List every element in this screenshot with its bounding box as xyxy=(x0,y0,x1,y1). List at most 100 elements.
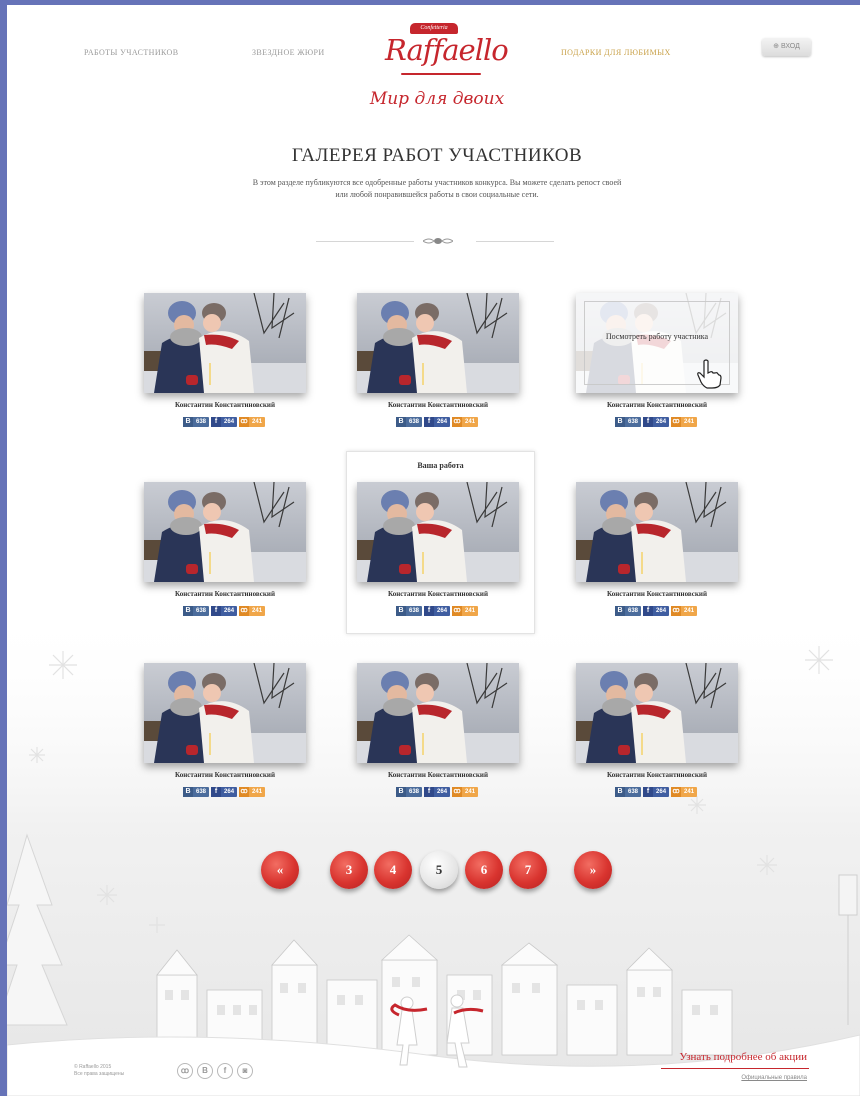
page-button-3[interactable]: 3 xyxy=(330,851,368,889)
facebook-icon[interactable]: f xyxy=(217,1063,233,1079)
page: РАБОТЫ УЧАСТНИКОВ ЗВЕЗДНОЕ ЖЮРИ Confette… xyxy=(7,5,860,1096)
participant-photo[interactable] xyxy=(576,482,738,582)
share-badges: B 638 f 264 ꝏ 241 xyxy=(183,417,267,427)
vk-icon: B xyxy=(615,417,625,427)
vk-icon: B xyxy=(396,417,406,427)
facebook-share-button[interactable]: f 264 xyxy=(643,417,670,427)
nav-gifts-link[interactable]: ПОДАРКИ ДЛЯ ЛЮБИМЫХ xyxy=(561,48,671,57)
vk-share-button[interactable]: B 638 xyxy=(615,606,642,616)
couple-photo-icon xyxy=(357,663,519,763)
facebook-share-button[interactable]: f 264 xyxy=(643,606,670,616)
nav-participants-link[interactable]: РАБОТЫ УЧАСТНИКОВ xyxy=(84,48,178,57)
participant-photo[interactable] xyxy=(357,663,519,763)
photo-hover-overlay[interactable]: Посмотреть работу участника xyxy=(576,293,738,393)
raffaello-logo[interactable]: Confetteria Raffaello xyxy=(385,21,509,81)
participant-name: Константин Константиновский xyxy=(606,590,707,598)
ornament-icon xyxy=(423,238,453,244)
ok-icon: ꝏ xyxy=(452,606,463,616)
vk-share-button[interactable]: B 638 xyxy=(396,787,423,797)
learn-more-link[interactable]: Узнать подробнее об акции xyxy=(657,1051,807,1063)
participant-photo[interactable] xyxy=(576,663,738,763)
facebook-share-button[interactable]: f 264 xyxy=(643,787,670,797)
facebook-icon: f xyxy=(211,606,222,616)
facebook-share-button[interactable]: f 264 xyxy=(211,417,238,427)
share-badges: B 638 f 264 ꝏ 241 xyxy=(615,417,699,427)
pointer-hand-icon xyxy=(697,359,722,389)
couple-photo-icon xyxy=(576,482,738,582)
prev-page-button[interactable]: « xyxy=(261,851,299,889)
vk-count: 638 xyxy=(628,789,639,795)
vk-share-button[interactable]: B 638 xyxy=(396,606,423,616)
vk-count: 638 xyxy=(628,419,639,425)
facebook-share-button[interactable]: f 264 xyxy=(211,787,238,797)
ok-share-button[interactable]: ꝏ 241 xyxy=(452,606,479,616)
ok-share-button[interactable]: ꝏ 241 xyxy=(239,787,266,797)
your-work-label: Ваша работа xyxy=(417,461,464,470)
share-badges: B 638 f 264 ꝏ 241 xyxy=(183,606,267,616)
vk-count: 638 xyxy=(628,608,639,614)
ok-count: 241 xyxy=(684,419,695,425)
learn-more-underline xyxy=(661,1068,809,1069)
couple-photo-icon xyxy=(144,663,306,763)
rules-link[interactable]: Официальные правила xyxy=(697,1075,807,1081)
facebook-icon: f xyxy=(211,787,222,797)
couple-photo-icon xyxy=(144,482,306,582)
participant-photo[interactable] xyxy=(144,293,306,393)
facebook-share-button[interactable]: f 264 xyxy=(424,606,451,616)
next-page-button[interactable]: » xyxy=(574,851,612,889)
copyright: © Raffaello 2015 Все права защищены xyxy=(74,1064,164,1078)
ok-share-button[interactable]: ꝏ 241 xyxy=(452,417,479,427)
ok-share-button[interactable]: ꝏ 241 xyxy=(239,606,266,616)
facebook-icon: f xyxy=(424,606,435,616)
ok-icon: ꝏ xyxy=(671,606,682,616)
page-button-5-current[interactable]: 5 xyxy=(420,851,458,889)
vk-count: 638 xyxy=(196,608,207,614)
vk-share-button[interactable]: B 638 xyxy=(183,417,210,427)
login-button[interactable]: ⊕ ВХОД xyxy=(762,38,811,56)
page-button-4[interactable]: 4 xyxy=(374,851,412,889)
vk-icon[interactable]: B xyxy=(197,1063,213,1079)
ok-count: 241 xyxy=(465,608,476,614)
participant-photo[interactable] xyxy=(144,482,306,582)
page-button-7[interactable]: 7 xyxy=(509,851,547,889)
vk-icon: B xyxy=(183,787,193,797)
participant-photo[interactable] xyxy=(144,663,306,763)
ok-count: 241 xyxy=(252,789,263,795)
couple-photo-icon xyxy=(357,293,519,393)
participant-photo[interactable] xyxy=(357,482,519,582)
facebook-count: 264 xyxy=(224,419,235,425)
ok-share-button[interactable]: ꝏ 241 xyxy=(671,787,698,797)
participant-photo[interactable] xyxy=(357,293,519,393)
ok-share-button[interactable]: ꝏ 241 xyxy=(239,417,266,427)
vk-share-button[interactable]: B 638 xyxy=(396,417,423,427)
ok-share-button[interactable]: ꝏ 241 xyxy=(671,606,698,616)
ok-icon: ꝏ xyxy=(239,417,250,427)
vk-share-button[interactable]: B 638 xyxy=(615,417,642,427)
ok-share-button[interactable]: ꝏ 241 xyxy=(671,417,698,427)
nav-jury-link[interactable]: ЗВЕЗДНОЕ ЖЮРИ xyxy=(252,48,325,57)
share-badges: B 638 f 264 ꝏ 241 xyxy=(396,787,480,797)
facebook-share-button[interactable]: f 264 xyxy=(424,417,451,427)
facebook-count: 264 xyxy=(437,419,448,425)
ok-count: 241 xyxy=(684,789,695,795)
ok-icon[interactable]: ꝏ xyxy=(177,1063,193,1079)
vk-count: 638 xyxy=(409,608,420,614)
divider-right xyxy=(476,241,554,242)
facebook-share-button[interactable]: f 264 xyxy=(424,787,451,797)
ok-share-button[interactable]: ꝏ 241 xyxy=(452,787,479,797)
vk-count: 638 xyxy=(409,789,420,795)
login-icon: ⊕ xyxy=(773,43,781,50)
facebook-share-button[interactable]: f 264 xyxy=(211,606,238,616)
facebook-icon: f xyxy=(643,417,654,427)
instagram-icon[interactable]: ◙ xyxy=(237,1063,253,1079)
vk-count: 638 xyxy=(409,419,420,425)
couple-photo-icon xyxy=(144,293,306,393)
vk-count: 638 xyxy=(196,789,207,795)
page-button-6[interactable]: 6 xyxy=(465,851,503,889)
vk-share-button[interactable]: B 638 xyxy=(615,787,642,797)
participant-photo[interactable]: Посмотреть работу участника xyxy=(576,293,738,393)
vk-share-button[interactable]: B 638 xyxy=(183,787,210,797)
vk-share-button[interactable]: B 638 xyxy=(183,606,210,616)
ok-icon: ꝏ xyxy=(239,606,250,616)
facebook-count: 264 xyxy=(224,789,235,795)
